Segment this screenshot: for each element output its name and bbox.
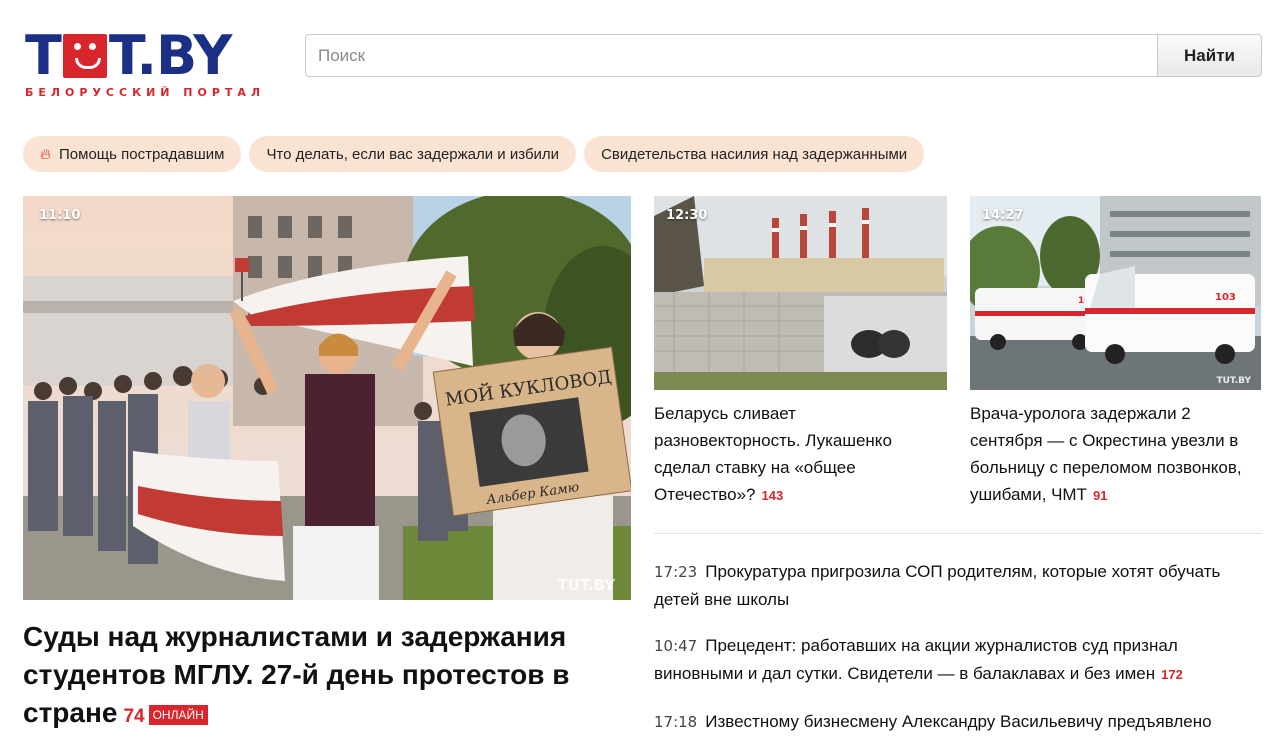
card-title-doctor[interactable]: Врача-уролога задержали 2 сентября — с О…	[970, 400, 1265, 509]
divider	[654, 533, 1262, 534]
pill-violence-evidence[interactable]: Свидетельства насилия над задержанными	[584, 136, 925, 172]
site-logo[interactable]: T T.BY БЕЛОРУССКИЙ ПОРТАЛ	[25, 24, 280, 102]
flame-icon: 🔥︎	[40, 145, 52, 163]
search-bar: Найти	[305, 34, 1262, 77]
pill-label: Свидетельства насилия над задержанными	[601, 145, 908, 163]
topic-pills: 🔥︎ Помощь пострадавшим Что делать, если …	[23, 136, 925, 172]
news-title: Прокуратура пригрозила СОП родителям, ко…	[654, 562, 1221, 609]
protest-photo: МОЙ КУКЛОВОД Альбер Камю	[23, 196, 631, 600]
ambulance-number: 103	[1215, 292, 1236, 303]
factory-photo	[654, 196, 947, 390]
pill-what-to-do[interactable]: Что делать, если вас задержали и избили	[249, 136, 577, 172]
card-title-belarus[interactable]: Беларусь сливает разновекторность. Лукаш…	[654, 400, 944, 509]
card-image-ambulance[interactable]: 103 103 14:27 TUT.BY	[970, 196, 1261, 390]
logo-letters: T.BY	[108, 24, 232, 87]
main-article-image[interactable]: МОЙ КУКЛОВОД Альбер Камю 11:10 TUT.BY	[23, 196, 631, 600]
comment-count: 143	[761, 488, 784, 503]
card-time: 14:27	[982, 208, 1024, 223]
ambulance-photo: 103 103	[970, 196, 1261, 390]
news-time: 10:47	[654, 637, 698, 655]
photo-watermark: TUT.BY	[557, 576, 615, 594]
main-article-time: 11:10	[39, 208, 81, 223]
pill-label: Помощь пострадавшим	[59, 145, 225, 163]
news-item[interactable]: 17:23 Прокуратура пригрозила СОП родителя…	[654, 558, 1264, 614]
photo-watermark: TUT.BY	[1216, 376, 1251, 386]
logo-face-icon	[62, 34, 107, 78]
card-time: 12:30	[666, 208, 708, 223]
logo-subtitle: БЕЛОРУССКИЙ ПОРТАЛ	[25, 86, 266, 99]
comment-count: 74	[123, 706, 145, 727]
logo-letter: T	[25, 24, 62, 87]
main-article-title[interactable]: Суды над журналистами и задержания студе…	[23, 618, 623, 736]
news-item[interactable]: 10:47 Прецедент: работавших на акции журн…	[654, 632, 1264, 689]
main-article-title-text: Суды над журналистами и задержания студе…	[23, 621, 570, 728]
pill-label: Что делать, если вас задержали и избили	[266, 145, 560, 163]
comment-count: 91	[1092, 488, 1108, 503]
online-badge: ОНЛАЙН	[148, 705, 208, 725]
comment-count: 172	[1161, 667, 1183, 682]
news-title: Прецедент: работавших на акции журналист…	[654, 636, 1178, 683]
pill-help-victims[interactable]: 🔥︎ Помощь пострадавшим	[23, 136, 242, 172]
news-time: 17:23	[654, 563, 698, 581]
card-image-factory[interactable]: 12:30	[654, 196, 947, 390]
news-title: Известному бизнесмену Александру Василье…	[705, 712, 1212, 731]
news-item[interactable]: 17:18 Известному бизнесмену Александру Ва…	[654, 708, 1264, 736]
search-button[interactable]: Найти	[1157, 34, 1262, 77]
search-input[interactable]	[305, 34, 1157, 77]
news-time: 17:18	[654, 713, 698, 731]
